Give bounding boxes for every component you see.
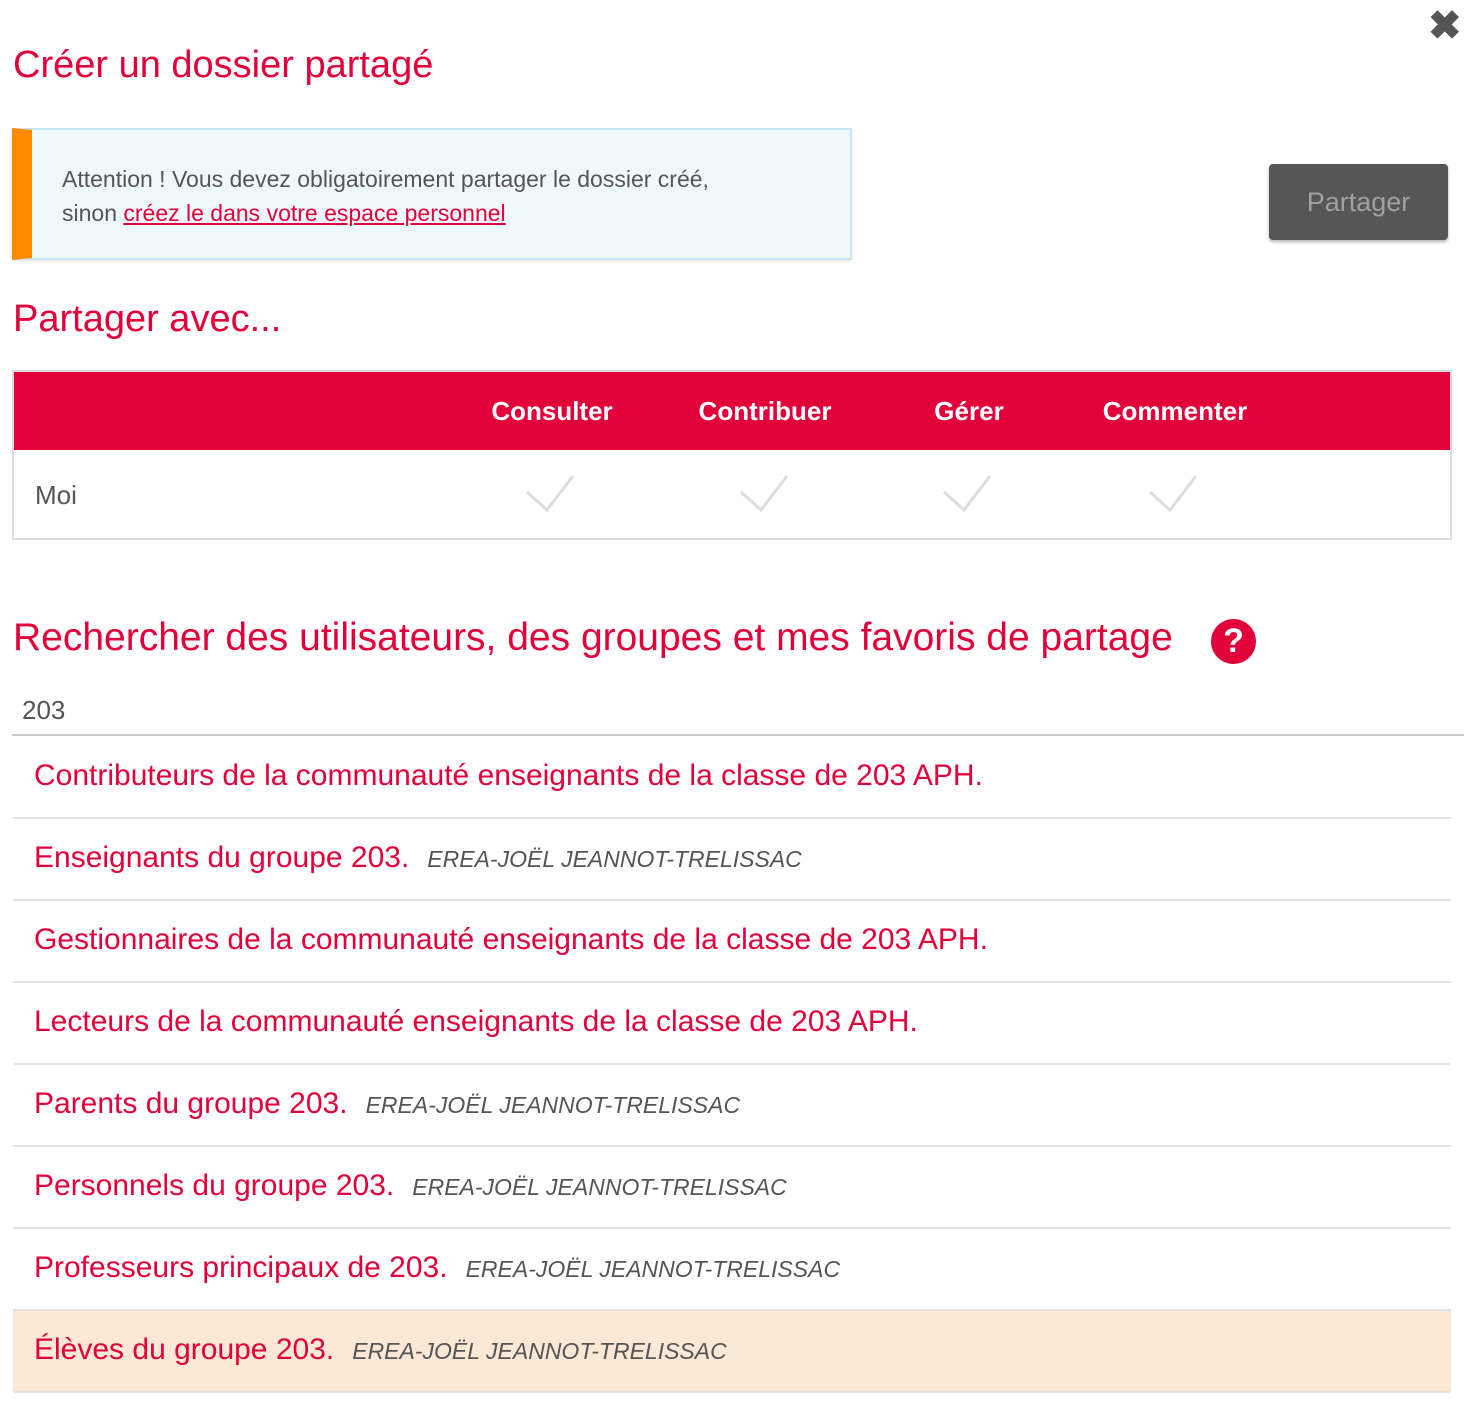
search-result-item[interactable]: Gestionnaires de la communauté enseignan… <box>13 901 1451 983</box>
search-title: Rechercher des utilisateurs, des groupes… <box>13 616 1173 659</box>
search-result-item[interactable]: Enseignants du groupe 203. EREA-JOËL JEAN… <box>13 819 1451 901</box>
column-consulter: Consulter <box>491 396 613 426</box>
checkmark-icon[interactable] <box>739 474 789 514</box>
result-structure: EREA-JOËL JEANNOT-TRELISSAC <box>352 1338 727 1364</box>
result-label: Contributeurs de la communauté enseignan… <box>34 759 983 792</box>
result-label: Gestionnaires de la communauté enseignan… <box>34 923 988 956</box>
search-results: Contributeurs de la communauté enseignan… <box>13 737 1451 1393</box>
result-label: Enseignants du groupe 203. <box>34 841 410 874</box>
search-result-item[interactable]: Parents du groupe 203. EREA-JOËL JEANNOT-… <box>13 1065 1451 1147</box>
search-result-item[interactable]: Élèves du groupe 203. EREA-JOËL JEANNOT-T… <box>13 1311 1451 1393</box>
search-result-item[interactable]: Lecteurs de la communauté enseignants de… <box>13 983 1451 1065</box>
column-commenter: Commenter <box>1102 396 1248 426</box>
row-name: Moi <box>35 480 77 510</box>
search-input[interactable] <box>12 686 1464 736</box>
result-label: Élèves du groupe 203. <box>34 1333 335 1366</box>
result-structure: EREA-JOËL JEANNOT-TRELISSAC <box>412 1174 787 1200</box>
search-result-item[interactable]: Professeurs principaux de 203. EREA-JOËL … <box>13 1229 1451 1311</box>
help-icon[interactable]: ? <box>1211 619 1256 664</box>
share-button[interactable]: Partager <box>1269 164 1448 240</box>
result-label: Professeurs principaux de 203. <box>34 1251 448 1284</box>
result-structure: EREA-JOËL JEANNOT-TRELISSAC <box>365 1092 741 1118</box>
result-label: Lecteurs de la communauté enseignants de… <box>34 1005 918 1038</box>
checkmark-icon[interactable] <box>1148 474 1198 514</box>
result-label: Personnels du groupe 203. <box>34 1169 395 1202</box>
column-contribuer: Contribuer <box>698 396 832 426</box>
result-structure: EREA-JOËL JEANNOT-TRELISSAC <box>465 1256 841 1282</box>
result-label: Parents du groupe 203. <box>34 1087 348 1120</box>
search-result-item[interactable]: Personnels du groupe 203. EREA-JOËL JEANN… <box>13 1147 1451 1229</box>
dialog-title: Créer un dossier partagé <box>13 44 434 86</box>
checkmark-icon[interactable] <box>942 474 992 514</box>
alert-text: Attention ! Vous devez obligatoirement p… <box>62 166 709 192</box>
table-row: Moi <box>14 450 1450 540</box>
search-result-item[interactable]: Contributeurs de la communauté enseignan… <box>13 737 1451 819</box>
result-structure: EREA-JOËL JEANNOT-TRELISSAC <box>427 846 802 872</box>
checkmark-icon[interactable] <box>525 474 575 514</box>
share-with-title: Partager avec... <box>13 298 282 340</box>
close-icon[interactable]: ✖ <box>1428 6 1462 46</box>
rights-table-header: Consulter Contribuer Gérer Commenter <box>14 372 1450 450</box>
column-gerer: Gérer <box>934 396 1004 426</box>
rights-table: Consulter Contribuer Gérer Commenter Moi <box>12 370 1452 540</box>
personal-space-link[interactable]: créez le dans votre espace personnel <box>123 200 505 226</box>
warning-alert: Attention ! Vous devez obligatoirement p… <box>12 128 852 260</box>
alert-text-2: sinon <box>62 200 117 226</box>
